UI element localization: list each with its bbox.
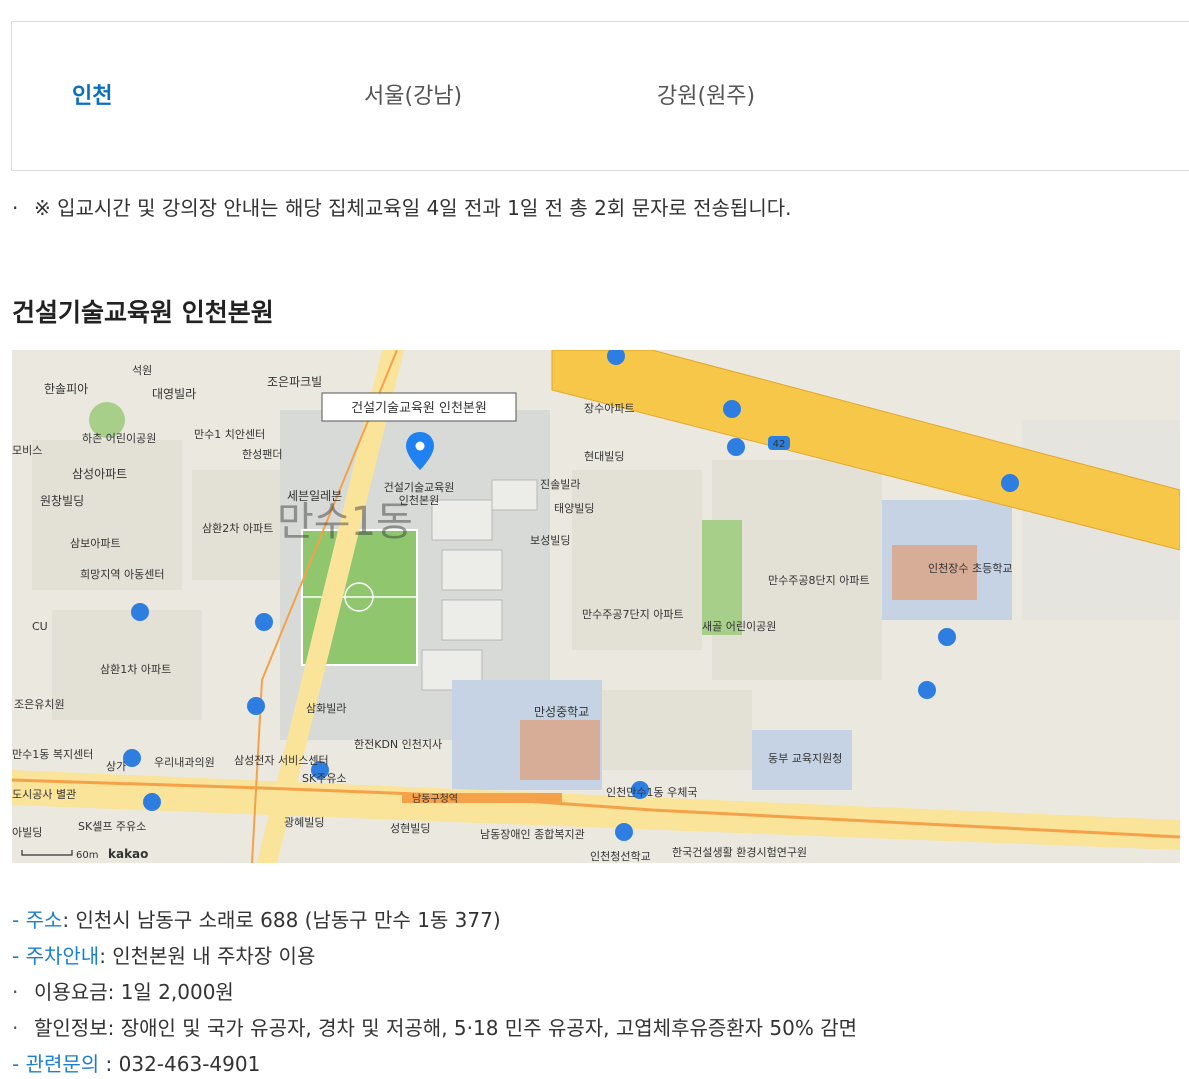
- map-label: 우리내과의원: [154, 756, 215, 769]
- fee-text: 이용요금: 1일 2,000원: [34, 980, 234, 1004]
- map-label: 보성빌딩: [530, 534, 570, 547]
- map-label: 한성팬더: [242, 448, 282, 461]
- map-label: 대영빌라: [152, 387, 196, 401]
- bus-stop-icon[interactable]: [727, 438, 745, 456]
- map-label: 인천만수1동 우체국: [606, 785, 697, 799]
- bus-stop-icon[interactable]: [247, 697, 265, 715]
- map-label: 한솔피아: [44, 382, 88, 396]
- map-label: 삼화빌라: [306, 702, 346, 715]
- map-label: 인천청선학교: [590, 849, 651, 863]
- bus-stop-icon[interactable]: [723, 400, 741, 418]
- map-label: 새골 어린이공원: [702, 620, 776, 633]
- map-scale-label: 60m: [76, 850, 98, 861]
- map-label: 아빌딩: [12, 826, 42, 839]
- map-label: 만수주공: [572, 600, 612, 613]
- notice-text: ※ 입교시간 및 강의장 안내는 해당 집체교육일 4일 전과 1일 전 총 2…: [34, 196, 792, 220]
- map-label: 남동장애인 종합복지관: [480, 828, 585, 841]
- map-label: SK셀프 주유소: [78, 820, 146, 833]
- discount-bullet: ·: [12, 1016, 19, 1040]
- map-label: 만수1동 복지센터: [12, 748, 93, 761]
- district-watermark: 만수1동: [277, 499, 413, 545]
- road-number-badge: 42: [773, 439, 786, 450]
- map-label: 석원: [132, 364, 152, 377]
- map-label: 삼환1차 아파트: [100, 663, 171, 676]
- map-label: 하촌 어린이공원: [82, 431, 156, 445]
- map-label: 조은파크빌: [267, 375, 322, 389]
- map-label: 만성중학교: [534, 705, 589, 719]
- map-label: 원창빌딩: [40, 494, 84, 508]
- sms-notice: · ※ 입교시간 및 강의장 안내는 해당 집체교육일 4일 전과 1일 전 총 …: [12, 193, 792, 223]
- tab-seoul-gangnam[interactable]: 서울(강남): [364, 82, 462, 112]
- map-label: 성현빌딩: [390, 822, 430, 835]
- region-tabs: 인천 서울(강남) 강원(원주): [11, 21, 1189, 171]
- discount-text: 할인정보: 장애인 및 국가 유공자, 경차 및 저공해, 5·18 민주 유공…: [34, 1016, 858, 1040]
- map-label: 상가: [106, 760, 126, 773]
- map-label: 삼성아파트: [72, 467, 127, 481]
- map-label: 동부 교육지원청: [768, 752, 842, 765]
- address-value: : 인천시 남동구 소래로 688 (남동구 만수 1동 377): [62, 908, 501, 932]
- section-title: 건설기술교육원 인천본원: [12, 298, 274, 327]
- map-label: 세븐일레븐: [287, 489, 342, 503]
- map-label: 인천장수 초등학교: [928, 561, 1012, 575]
- bus-stop-icon[interactable]: [143, 793, 161, 811]
- map-label: 현대빌딩: [584, 450, 624, 463]
- location-map[interactable]: 남동구청역 건설기술교육원 인천본원 건설기술교육원 인천본원 만수1동 42 …: [12, 350, 1180, 863]
- map-label: SK주유소: [302, 772, 347, 785]
- map-label: 장수아파트: [584, 402, 635, 415]
- contact-value: : 032-463-4901: [99, 1052, 261, 1076]
- map-canvas[interactable]: 남동구청역 건설기술교육원 인천본원 건설기술교육원 인천본원 만수1동 42 …: [12, 350, 1180, 863]
- map-label: 한전KDN 인천지사: [354, 737, 442, 751]
- map-label: 삼환2차 아파트: [202, 522, 273, 535]
- bus-stop-icon[interactable]: [131, 603, 149, 621]
- address-key: - 주소: [12, 908, 63, 932]
- bus-stop-icon[interactable]: [255, 613, 273, 631]
- campus-label-line1: 건설기술교육원: [384, 481, 455, 494]
- map-label: 진솔빌라: [540, 478, 580, 491]
- parking-key: - 주차안내: [12, 944, 100, 968]
- bus-stop-icon[interactable]: [938, 628, 956, 646]
- map-label: 만수주공8단지 아파트: [768, 574, 870, 587]
- map-marker-label: 건설기술교육원 인천본원: [351, 401, 487, 416]
- parking-value: : 인천본원 내 주차장 이용: [99, 944, 316, 968]
- bus-stop-icon[interactable]: [918, 681, 936, 699]
- fee-line: · 이용요금: 1일 2,000원: [12, 977, 234, 1007]
- contact-key: - 관련문의: [12, 1052, 100, 1076]
- map-label: 삼성전자 서비스센터: [234, 754, 329, 767]
- parking-line: - 주차안내: 인천본원 내 주차장 이용: [12, 941, 315, 971]
- map-label: 만수1 치안센터: [194, 428, 265, 441]
- station-label: 남동구청역: [412, 793, 458, 805]
- map-label: 도시공사 별관: [12, 788, 76, 801]
- discount-line: · 할인정보: 장애인 및 국가 유공자, 경차 및 저공해, 5·18 민주 유…: [12, 1013, 857, 1043]
- map-label: 한국건설생활 환경시험연구원: [672, 845, 807, 859]
- map-label: 조은유치원: [14, 698, 65, 711]
- map-brand-logo: kakao: [108, 847, 148, 861]
- tab-incheon[interactable]: 인천: [72, 82, 112, 112]
- fee-bullet: ·: [12, 980, 19, 1004]
- map-label: 삼보아파트: [70, 537, 121, 550]
- map-label: 광혜빌딩: [284, 816, 324, 829]
- map-label: CU: [32, 620, 48, 633]
- notice-bullet: ·: [12, 196, 19, 220]
- map-label: 태양빌딩: [554, 502, 594, 515]
- tab-gangwon-wonju[interactable]: 강원(원주): [657, 82, 755, 112]
- bus-stop-icon[interactable]: [615, 823, 633, 841]
- bus-stop-icon[interactable]: [1001, 474, 1019, 492]
- map-label: 모비스: [12, 444, 42, 457]
- map-label: 희망지역 아동센터: [80, 568, 164, 581]
- address-line: - 주소: 인천시 남동구 소래로 688 (남동구 만수 1동 377): [12, 905, 501, 935]
